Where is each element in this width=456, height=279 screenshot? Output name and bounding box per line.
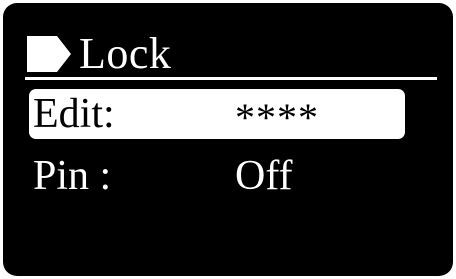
arrow-pointer-icon <box>27 36 71 72</box>
page-title: Lock <box>79 29 172 78</box>
menu-item-value: Off <box>235 153 293 199</box>
menu-header: Lock <box>25 31 171 77</box>
menu-item-edit[interactable]: Edit: **** <box>29 89 405 140</box>
menu-item-label: Edit: <box>33 91 115 137</box>
menu-item-pin[interactable]: Pin : Off <box>29 151 405 201</box>
header-divider <box>25 77 437 80</box>
menu-item-label: Pin : <box>33 153 112 199</box>
menu-item-value: **** <box>235 95 319 140</box>
lcd-screen: Lock Edit: **** Pin : Off <box>3 3 453 276</box>
